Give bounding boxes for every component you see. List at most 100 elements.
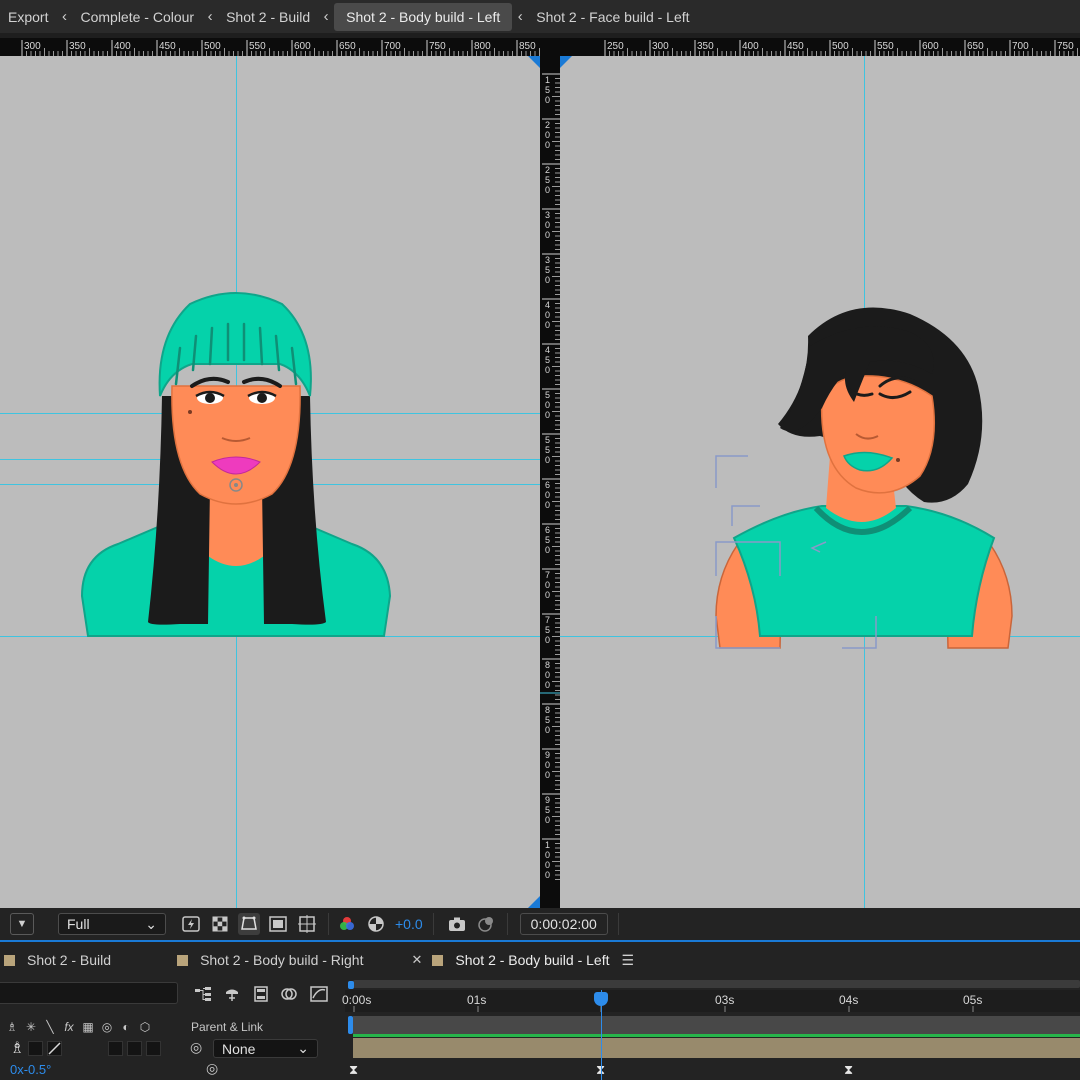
ruler-tick-label: 450 — [159, 41, 176, 52]
quality-toggle[interactable] — [47, 1040, 62, 1056]
ruler-tick-label: 650 — [967, 41, 984, 52]
collapse-toggle[interactable] — [28, 1040, 43, 1056]
layer-duration-bar[interactable] — [353, 1038, 1080, 1058]
parent-select[interactable]: None ⌄ — [213, 1039, 318, 1058]
3d-toggle[interactable] — [146, 1040, 161, 1056]
expression-pick-whip-icon[interactable]: ◎ — [206, 1060, 218, 1077]
toolbar-separator — [506, 913, 508, 935]
collapse-switch-icon[interactable]: ✳ — [24, 1020, 38, 1034]
motion-blur-icon[interactable] — [279, 984, 301, 1004]
ruler-tick-label: 300 — [24, 41, 41, 52]
frame-blending-icon[interactable] — [250, 984, 272, 1004]
viewer-options-button[interactable]: ▼ — [10, 913, 34, 935]
tab-body-build-left[interactable]: ✕ Shot 2 - Body build - Left ☰ — [411, 952, 634, 969]
ruler-tick-label: 800 — [545, 660, 550, 690]
layer-panel: ♗ ✳ ╲ fx ▦ ◎ ◐ ⬡ Parent & Link ♗ ◎ None … — [0, 978, 345, 1080]
character-bob-girl[interactable] — [560, 56, 1080, 908]
label-color-swatch — [4, 954, 15, 966]
ruler-tick-label: 400 — [545, 300, 550, 330]
camera-snapshot-icon[interactable] — [446, 913, 468, 935]
keyframe-icon[interactable]: ⧗ — [844, 1062, 853, 1078]
panel-menu-icon[interactable]: ☰ — [621, 952, 634, 969]
reset-exposure-icon[interactable] — [365, 913, 387, 935]
ruler-tick-label: 700 — [1012, 41, 1029, 52]
breadcrumb-export[interactable]: Export — [0, 3, 56, 31]
ruler-tick-label: 250 — [607, 41, 624, 52]
grid-guides-icon[interactable] — [296, 913, 318, 935]
parent-value: None — [222, 1040, 256, 1057]
viewer-corner-marker — [528, 896, 540, 908]
chevron-left-icon: ‹ — [517, 8, 523, 25]
mask-visibility-icon[interactable] — [238, 913, 260, 935]
composition-breadcrumb: Export ‹ Complete - Colour ‹ Shot 2 - Bu… — [0, 0, 1080, 33]
tab-body-build-right[interactable]: Shot 2 - Body build - Right — [177, 952, 363, 968]
quality-switch-icon[interactable]: ╲ — [43, 1020, 57, 1034]
ruler-tick-label: 350 — [69, 41, 86, 52]
fast-previews-icon[interactable] — [180, 913, 202, 935]
adjustment-toggle[interactable] — [127, 1040, 142, 1056]
time-ruler[interactable]: 0:00s 01s 03s 04s 05s — [342, 990, 1080, 1012]
work-area-start[interactable] — [348, 1016, 353, 1034]
ruler-tick-label: 500 — [545, 390, 550, 420]
composition-flowchart-icon[interactable] — [192, 984, 214, 1004]
shy-switch-icon[interactable]: ♗ — [5, 1020, 19, 1034]
ruler-tick-label: 650 — [339, 41, 356, 52]
ruler-top-left[interactable]: 300 350 400 450 500 550 600 650 700 750 800 850 — [0, 38, 540, 56]
rotation-value[interactable]: 0x-0.5° — [10, 1062, 51, 1077]
breadcrumb-body-build-left[interactable]: Shot 2 - Body build - Left — [334, 2, 513, 31]
motion-blur-switch-icon[interactable]: ◎ — [100, 1020, 114, 1034]
ruler-top-right[interactable]: 250 300 350 400 450 500 550 600 650 700 750 — [560, 38, 1080, 56]
timeline-tabs: Shot 2 - Build Shot 2 - Body build - Rig… — [0, 940, 1080, 978]
toolbar-separator — [328, 913, 329, 935]
frame-blend-switch-icon[interactable]: ▦ — [81, 1020, 95, 1034]
chevron-left-icon: ‹ — [61, 8, 67, 25]
chevron-left-icon: ‹ — [207, 8, 213, 25]
layer-row[interactable]: ♗ ◎ None ⌄ — [0, 1038, 345, 1058]
shy-toggle-icon[interactable]: ♗ — [10, 1038, 24, 1058]
color-channels-icon[interactable] — [336, 913, 358, 935]
chevron-down-icon: ▼ — [16, 918, 28, 930]
parent-link-column-label: Parent & Link — [191, 1020, 264, 1034]
layer-search-input[interactable] — [0, 982, 178, 1004]
composition-viewer-left[interactable] — [0, 56, 540, 908]
pick-whip-icon[interactable]: ◎ — [190, 1039, 202, 1056]
current-time-display[interactable]: 0:00:02:00 — [519, 913, 608, 935]
ruler-tick-label: 400 — [742, 41, 759, 52]
motion-blur-toggle[interactable] — [108, 1040, 123, 1056]
viewer-toolbar: ▼ Full ⌄ +0.0 0:00:02:00 — [0, 908, 1080, 940]
adjustment-switch-icon[interactable]: ◐ — [119, 1020, 133, 1034]
ruler-tick-label: 600 — [922, 41, 939, 52]
time-navigator-bar[interactable] — [353, 980, 1080, 988]
keyframe-icon[interactable]: ⧗ — [349, 1062, 358, 1078]
ruler-tick-label: 400 — [114, 41, 131, 52]
effect-switch-icon[interactable]: fx — [62, 1020, 76, 1034]
ruler-vertical[interactable]: 150 200 250 300 350 400 450 500 550 600 650 700 750 8… — [540, 38, 560, 908]
graph-editor-icon[interactable] — [308, 984, 330, 1004]
breadcrumb-complete-colour[interactable]: Complete - Colour — [72, 3, 202, 31]
render-cache-bar — [353, 1034, 1080, 1037]
label-color-swatch — [177, 954, 189, 966]
3d-layer-switch-icon[interactable]: ⬡ — [138, 1020, 152, 1034]
ruler-tick-label: 700 — [384, 41, 401, 52]
tab-shot2-build[interactable]: Shot 2 - Build — [4, 952, 111, 968]
region-of-interest-icon[interactable] — [267, 913, 289, 935]
breadcrumb-face-build-left[interactable]: Shot 2 - Face build - Left — [528, 3, 697, 31]
chevron-down-icon: ⌄ — [297, 1040, 309, 1056]
character-beanie-girl[interactable] — [0, 56, 540, 908]
exposure-value[interactable]: +0.0 — [395, 916, 423, 932]
keyframe-row: ⧗ ⧗ ⧗ — [345, 1060, 1080, 1080]
ruler-tick-label: 450 — [787, 41, 804, 52]
ruler-tick-label: 1000 — [545, 840, 550, 880]
timeline-graph[interactable]: 0:00s 01s 03s 04s 05s ⧗ ⧗ ⧗ — [342, 978, 1080, 1080]
composition-viewer-right[interactable] — [560, 56, 1080, 908]
transparency-grid-icon[interactable] — [209, 913, 231, 935]
close-icon[interactable]: ✕ — [411, 952, 422, 968]
time-navigator-start[interactable] — [348, 981, 354, 989]
ruler-tick-label: 850 — [545, 705, 550, 735]
shy-layers-icon[interactable] — [221, 984, 243, 1004]
work-area-bar[interactable] — [353, 1016, 1080, 1034]
show-snapshot-icon[interactable] — [475, 913, 497, 935]
breadcrumb-shot2-build[interactable]: Shot 2 - Build — [218, 3, 318, 31]
playhead-handle[interactable] — [594, 992, 608, 1006]
resolution-select[interactable]: Full ⌄ — [58, 913, 166, 935]
